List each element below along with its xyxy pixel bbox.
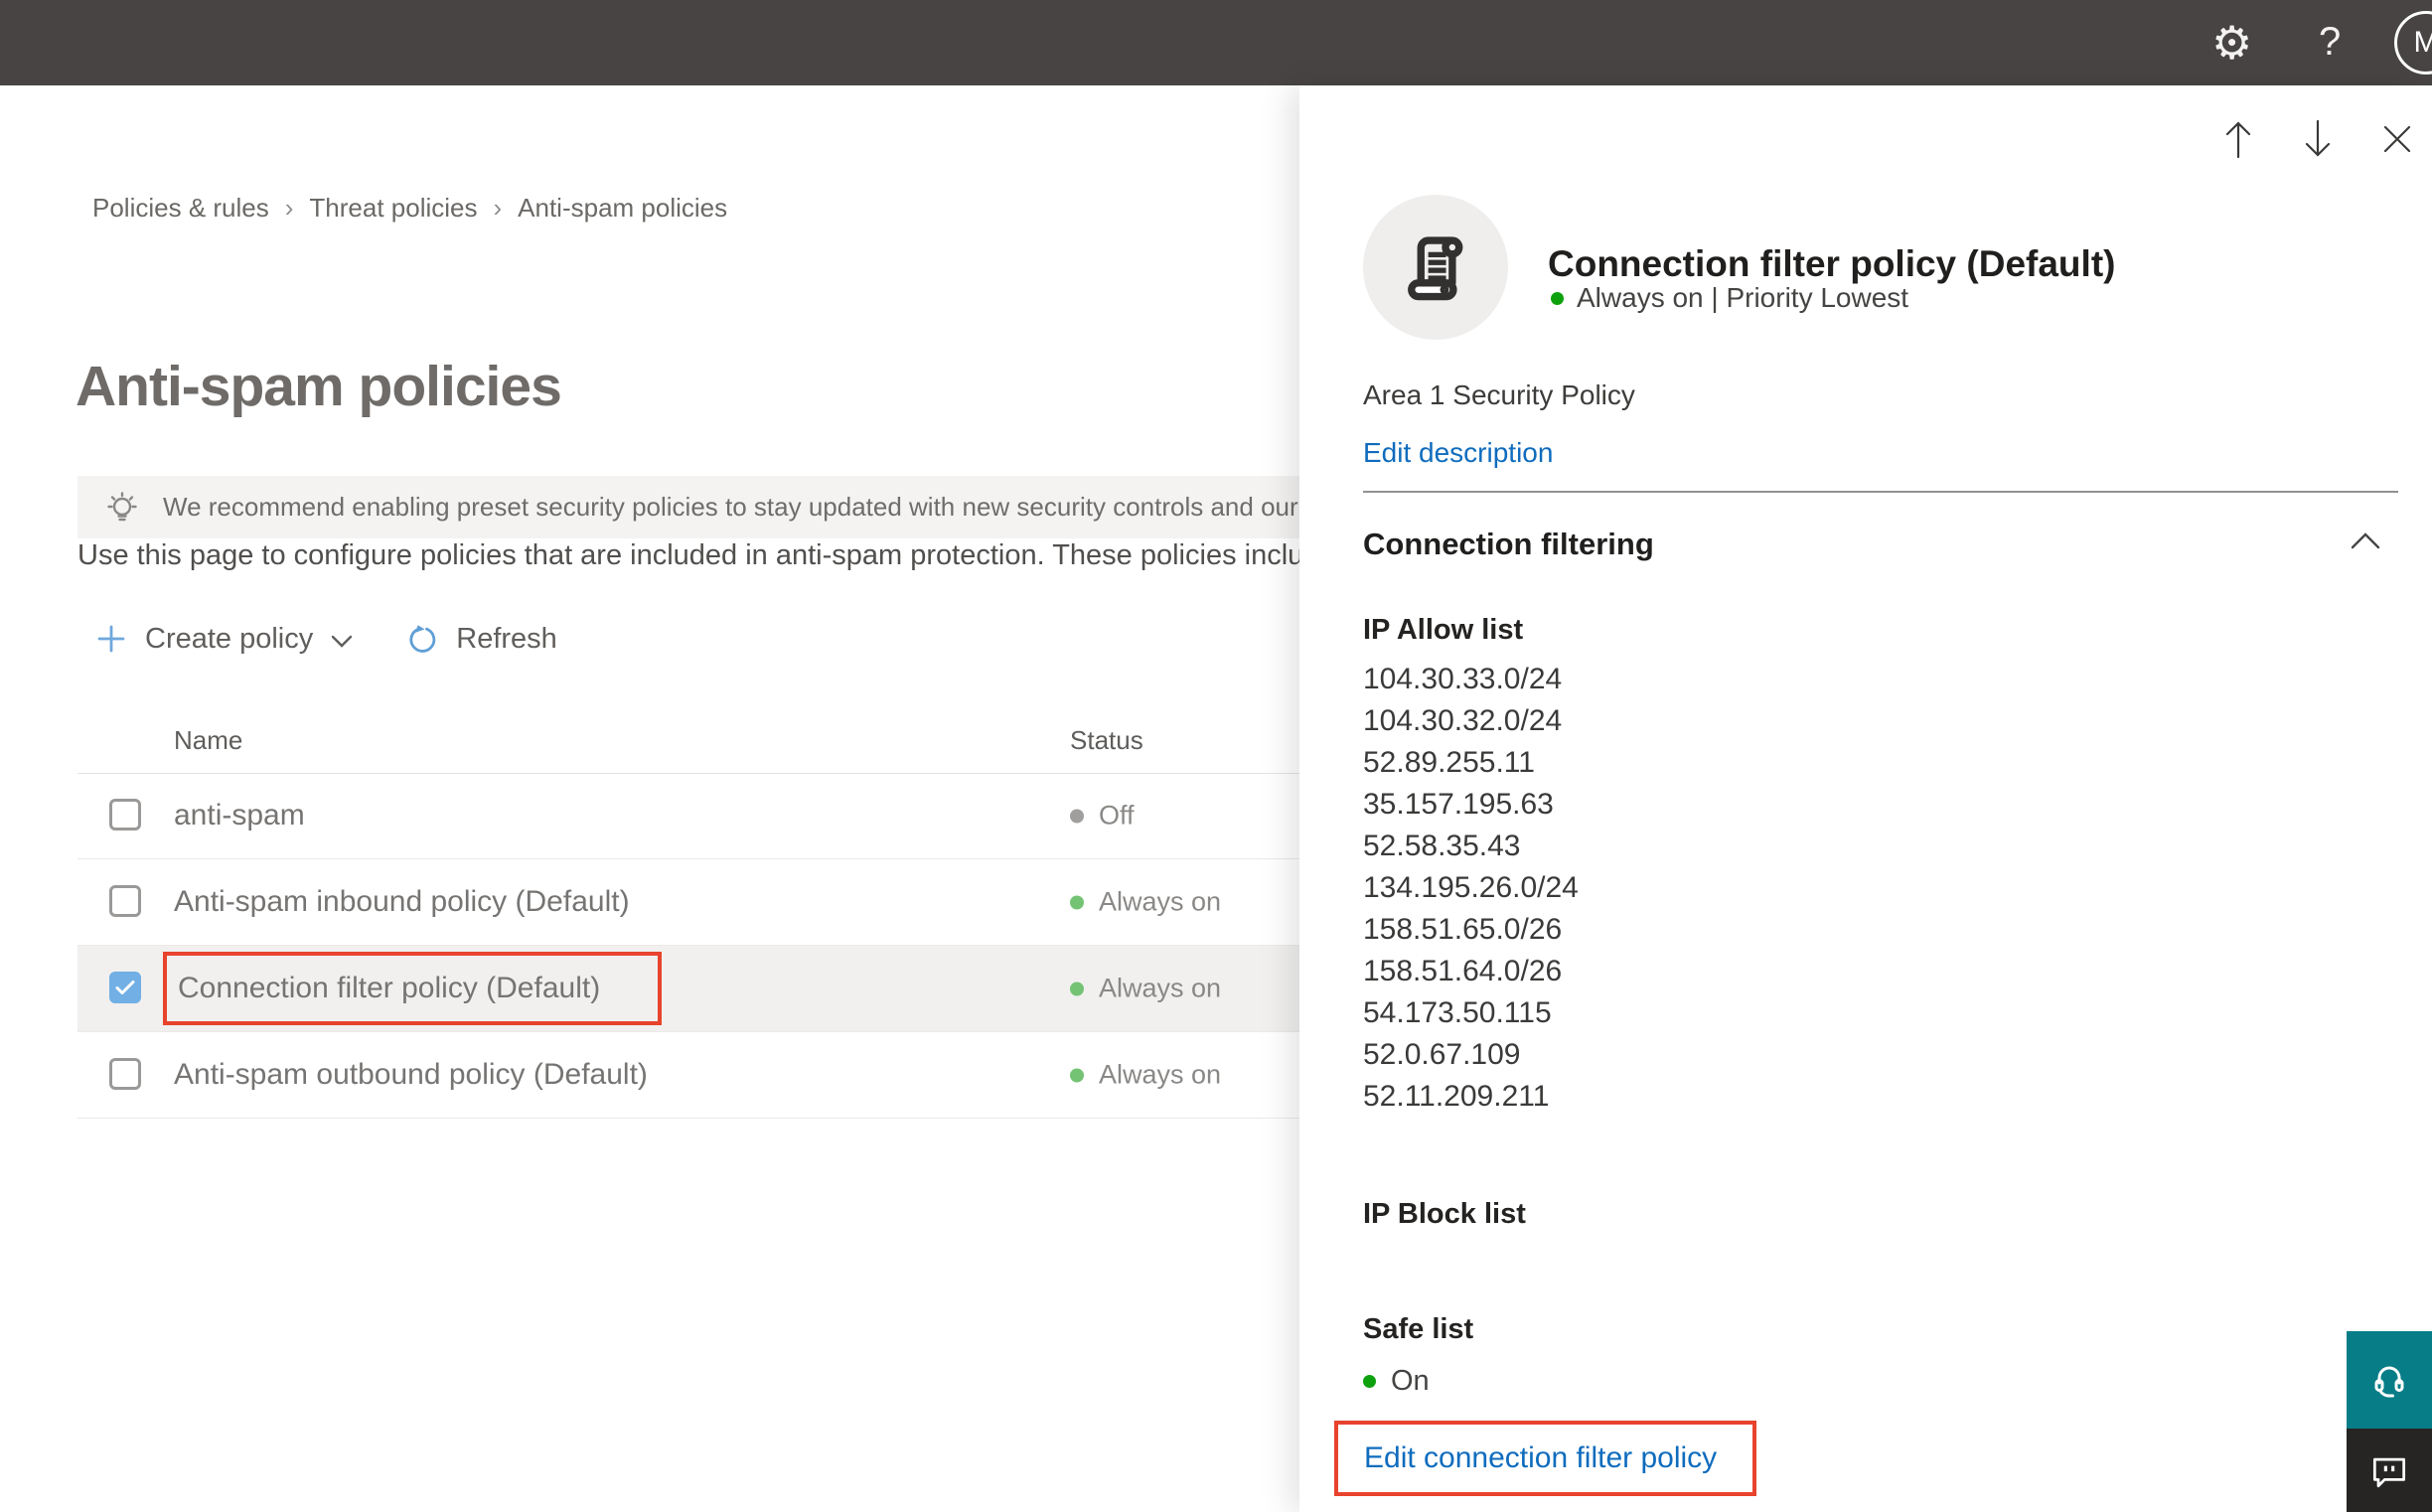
ip-entry: 104.30.33.0/24	[1363, 663, 1563, 695]
close-icon	[2383, 125, 2411, 153]
status-dot-icon	[1070, 895, 1084, 909]
column-header-status[interactable]: Status	[1070, 725, 1143, 756]
edit-description-link[interactable]: Edit description	[1363, 437, 1553, 469]
top-bar: ⚙ ? M	[0, 0, 2432, 85]
row-checkbox-checked[interactable]	[109, 972, 141, 1003]
ip-allow-list-title: IP Allow list	[1363, 614, 1524, 646]
support-button[interactable]	[2347, 1331, 2432, 1429]
help-icon[interactable]: ?	[2319, 20, 2341, 65]
policy-avatar	[1363, 195, 1508, 340]
status-label: Always on	[1099, 973, 1222, 1003]
flyout-status-text: Always on | Priority Lowest	[1577, 282, 1909, 313]
arrow-down-icon	[2305, 119, 2331, 157]
toolbar: Create policy Refresh	[95, 612, 557, 666]
collapse-section-button[interactable]	[2351, 532, 2380, 554]
status-label: Off	[1099, 800, 1135, 831]
safe-list-status-label: On	[1391, 1365, 1430, 1397]
ip-entry: 158.51.65.0/26	[1363, 913, 1563, 946]
breadcrumb-separator-icon: ›	[284, 193, 294, 223]
refresh-icon	[409, 625, 436, 653]
page-title: Anti-spam policies	[76, 355, 562, 419]
ip-entry: 158.51.64.0/26	[1363, 955, 1563, 987]
ip-block-list-title: IP Block list	[1363, 1198, 1526, 1230]
ip-entry: 104.30.32.0/24	[1363, 704, 1563, 737]
status-badge: Always on	[1070, 887, 1221, 918]
ip-entry: 134.195.26.0/24	[1363, 871, 1579, 904]
scroll-icon	[1408, 236, 1463, 301]
breadcrumb-threat-policies[interactable]: Threat policies	[309, 193, 477, 224]
policy-name[interactable]: Anti-spam outbound policy (Default)	[174, 1058, 648, 1092]
edit-connection-filter-policy-link[interactable]: Edit connection filter policy	[1364, 1441, 1717, 1475]
lightbulb-icon	[107, 491, 137, 521]
row-checkbox[interactable]	[109, 799, 141, 831]
create-policy-label: Create policy	[145, 622, 314, 655]
policy-name[interactable]: Anti-spam inbound policy (Default)	[174, 885, 630, 919]
row-checkbox[interactable]	[109, 885, 141, 917]
app-window: ⚙ ? M Policies & rules › Threat policies…	[0, 0, 2432, 1512]
divider	[1363, 491, 2398, 493]
avatar-initial: M	[2413, 26, 2432, 59]
flyout-title: Connection filter policy (Default)	[1548, 242, 2116, 284]
column-header-name[interactable]: Name	[174, 725, 242, 756]
ip-entry: 52.89.255.11	[1363, 746, 1535, 779]
breadcrumb-policies-rules[interactable]: Policies & rules	[92, 193, 269, 224]
ip-entry: 52.11.209.211	[1363, 1080, 1550, 1113]
feedback-bubble-icon	[2372, 1457, 2406, 1488]
ip-allow-list: 104.30.33.0/24 104.30.32.0/24 52.89.255.…	[1363, 659, 1579, 1118]
breadcrumb-separator-icon: ›	[493, 193, 503, 223]
section-title-connection-filtering: Connection filtering	[1363, 527, 1654, 561]
status-badge: Always on	[1070, 974, 1221, 1004]
chevron-up-icon	[2351, 532, 2380, 549]
status-badge: Always on	[1070, 1060, 1221, 1091]
ip-entry: 52.58.35.43	[1363, 830, 1521, 862]
breadcrumb: Policies & rules › Threat policies › Ant…	[92, 193, 727, 224]
policy-description: Area 1 Security Policy	[1363, 379, 1635, 410]
safe-list-status: On	[1363, 1365, 1430, 1398]
status-dot-icon	[1070, 982, 1084, 995]
create-policy-button[interactable]: Create policy	[95, 623, 353, 656]
previous-item-button[interactable]	[2218, 119, 2258, 159]
row-checkbox[interactable]	[109, 1058, 141, 1090]
highlight-red-box: Edit connection filter policy	[1334, 1421, 1757, 1496]
breadcrumb-anti-spam-policies[interactable]: Anti-spam policies	[518, 193, 727, 224]
flyout-status-line: Always on | Priority Lowest	[1551, 282, 1908, 314]
feedback-button[interactable]	[2347, 1429, 2432, 1512]
highlight-red-box: Connection filter policy (Default)	[163, 952, 663, 1025]
status-dot-icon	[1363, 1375, 1376, 1388]
ip-entry: 54.173.50.115	[1363, 996, 1552, 1029]
check-icon	[115, 981, 135, 994]
headset-icon	[2374, 1366, 2404, 1398]
ip-entry: 35.157.195.63	[1363, 788, 1554, 821]
avatar[interactable]: M	[2394, 11, 2432, 75]
status-dot-icon	[1070, 1068, 1084, 1082]
status-dot-icon	[1551, 291, 1564, 305]
settings-gear-icon[interactable]: ⚙	[2211, 8, 2252, 77]
refresh-button[interactable]: Refresh	[404, 621, 557, 657]
refresh-label: Refresh	[456, 622, 557, 655]
next-item-button[interactable]	[2298, 119, 2338, 159]
plus-icon	[97, 625, 125, 653]
safe-list-title: Safe list	[1363, 1313, 1474, 1345]
policy-details-flyout: Connection filter policy (Default) Alway…	[1299, 85, 2432, 1512]
status-dot-icon	[1070, 809, 1084, 823]
policy-name[interactable]: Connection filter policy (Default)	[178, 972, 600, 1005]
arrow-up-icon	[2225, 121, 2251, 159]
close-flyout-button[interactable]	[2377, 119, 2417, 159]
status-badge: Off	[1070, 801, 1135, 832]
status-label: Always on	[1099, 886, 1222, 917]
chevron-down-icon	[332, 635, 353, 648]
status-label: Always on	[1099, 1059, 1222, 1090]
ip-entry: 52.0.67.109	[1363, 1038, 1521, 1071]
policy-name[interactable]: anti-spam	[174, 799, 305, 832]
